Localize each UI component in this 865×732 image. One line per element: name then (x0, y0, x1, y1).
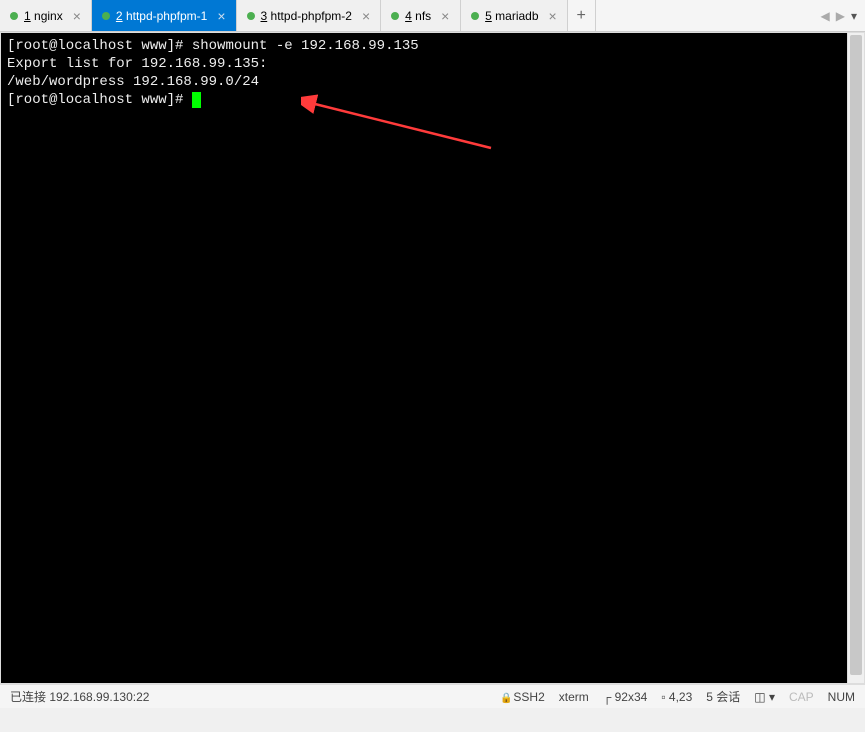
terminal-prompt: [root@localhost www]# (7, 92, 192, 108)
status-sessions: 5 会话 (706, 688, 740, 705)
status-cursor-pos: ▫ 4,23 (661, 690, 692, 704)
arrow-annotation-icon (301, 93, 501, 153)
tab-httpd-phpfpm-2[interactable]: 3 httpd-phpfpm-2 × (237, 0, 382, 31)
lock-icon (500, 690, 510, 700)
tab-next-icon[interactable]: ▶ (836, 9, 845, 23)
tab-label: 5 mariadb (485, 9, 538, 23)
status-numlock: NUM (828, 690, 855, 704)
add-tab-button[interactable]: + (568, 0, 596, 31)
tab-navigation: ◀ ▶ ▾ (813, 0, 865, 31)
terminal-output: Export list for 192.168.99.135: (7, 56, 267, 72)
tab-mariadb[interactable]: 5 mariadb × (461, 0, 568, 31)
tab-nginx[interactable]: 1 nginx × (0, 0, 92, 31)
close-icon[interactable]: × (362, 9, 370, 23)
close-icon[interactable]: × (441, 9, 449, 23)
terminal-container: [root@localhost www]# showmount -e 192.1… (0, 32, 865, 684)
status-tabs-icon[interactable]: ◫ ▾ (754, 690, 775, 704)
tab-label: 1 nginx (24, 9, 63, 23)
status-dot-icon (102, 12, 110, 20)
status-dot-icon (471, 12, 479, 20)
scrollbar-thumb[interactable] (850, 35, 862, 675)
close-icon[interactable]: × (549, 9, 557, 23)
status-dot-icon (10, 12, 18, 20)
terminal-output: /web/wordpress 192.168.99.0/24 (7, 74, 259, 90)
tab-nfs[interactable]: 4 nfs × (381, 0, 461, 31)
close-icon[interactable]: × (217, 9, 225, 23)
status-ssh: SSH2 (500, 690, 545, 704)
terminal-command: showmount -e 192.168.99.135 (192, 38, 419, 54)
tab-httpd-phpfpm-1[interactable]: 2 httpd-phpfpm-1 × (92, 0, 237, 31)
cursor-icon (192, 92, 201, 108)
tab-list-dropdown-icon[interactable]: ▾ (851, 9, 857, 23)
scrollbar[interactable] (847, 33, 864, 683)
terminal-prompt: [root@localhost www]# (7, 38, 192, 54)
status-term-type: xterm (559, 690, 589, 704)
status-dot-icon (247, 12, 255, 20)
status-dot-icon (391, 12, 399, 20)
terminal[interactable]: [root@localhost www]# showmount -e 192.1… (1, 33, 847, 683)
status-term-size: ┌ 92x34 (603, 690, 648, 704)
tab-prev-icon[interactable]: ◀ (821, 9, 830, 23)
status-connected: 已连接 192.168.99.130:22 (10, 688, 149, 705)
status-capslock: CAP (789, 690, 814, 704)
close-icon[interactable]: × (73, 9, 81, 23)
tab-label: 2 httpd-phpfpm-1 (116, 9, 207, 23)
tab-label: 4 nfs (405, 9, 431, 23)
tab-label: 3 httpd-phpfpm-2 (261, 9, 352, 23)
status-bar: 已连接 192.168.99.130:22 SSH2 xterm ┌ 92x34… (0, 684, 865, 708)
tab-bar: 1 nginx × 2 httpd-phpfpm-1 × 3 httpd-php… (0, 0, 865, 32)
